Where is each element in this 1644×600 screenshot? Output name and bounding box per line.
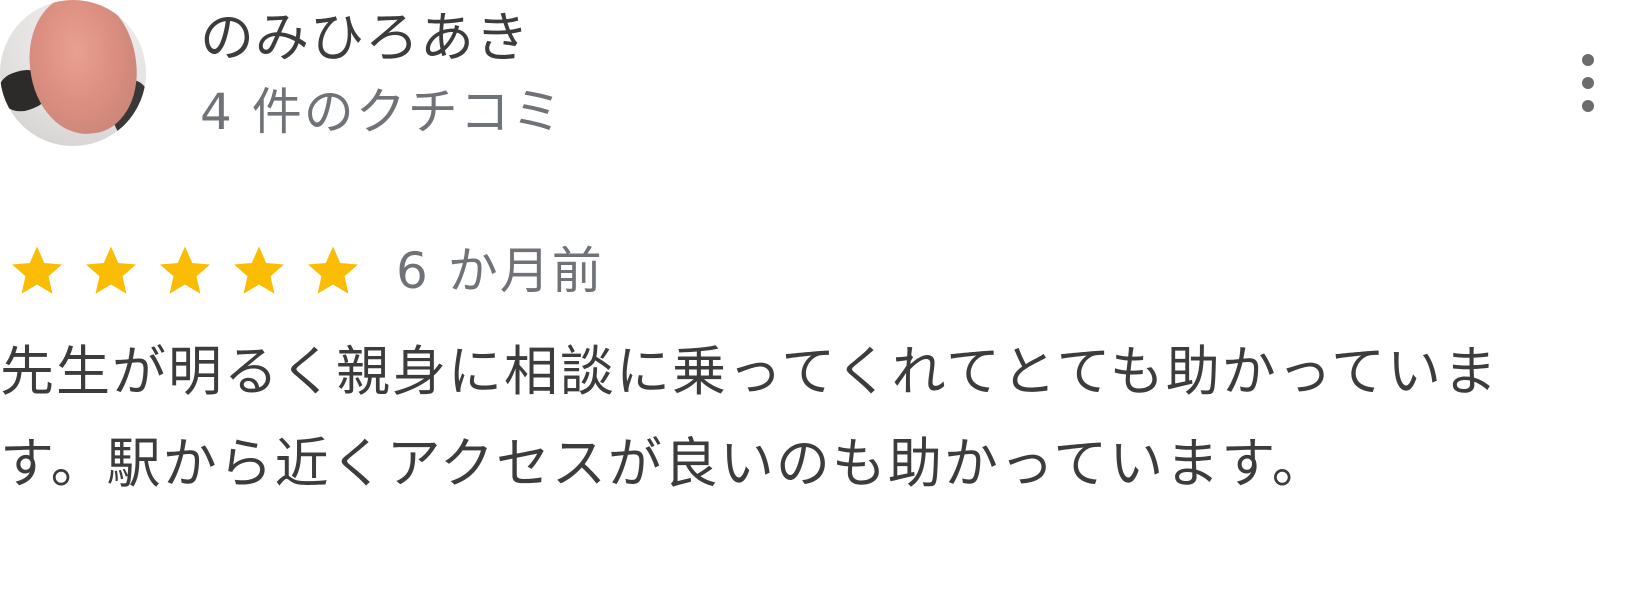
more-vertical-icon: [1582, 54, 1594, 66]
star-rating: [0, 236, 370, 306]
review-card: のみひろあき 4 件のクチコミ 6 か月前 先生が明るく親身に相談に乗ってくれて…: [0, 0, 1644, 600]
star-icon: [74, 236, 148, 306]
more-options-button[interactable]: [1568, 48, 1608, 118]
star-icon: [296, 236, 370, 306]
star-icon: [0, 236, 74, 306]
star-icon: [222, 236, 296, 306]
more-vertical-icon: [1582, 100, 1594, 112]
author-review-count[interactable]: 4 件のクチコミ: [200, 82, 564, 142]
review-date: 6 か月前: [396, 242, 604, 300]
review-text: 先生が明るく親身に相談に乗ってくれてとても助かっています。駅から近くアクセスが良…: [0, 340, 1500, 495]
star-icon: [148, 236, 222, 306]
author-name[interactable]: のみひろあき: [200, 6, 530, 70]
rating-row: 6 か月前: [0, 236, 604, 306]
more-vertical-icon: [1582, 77, 1594, 89]
avatar[interactable]: [0, 0, 146, 146]
